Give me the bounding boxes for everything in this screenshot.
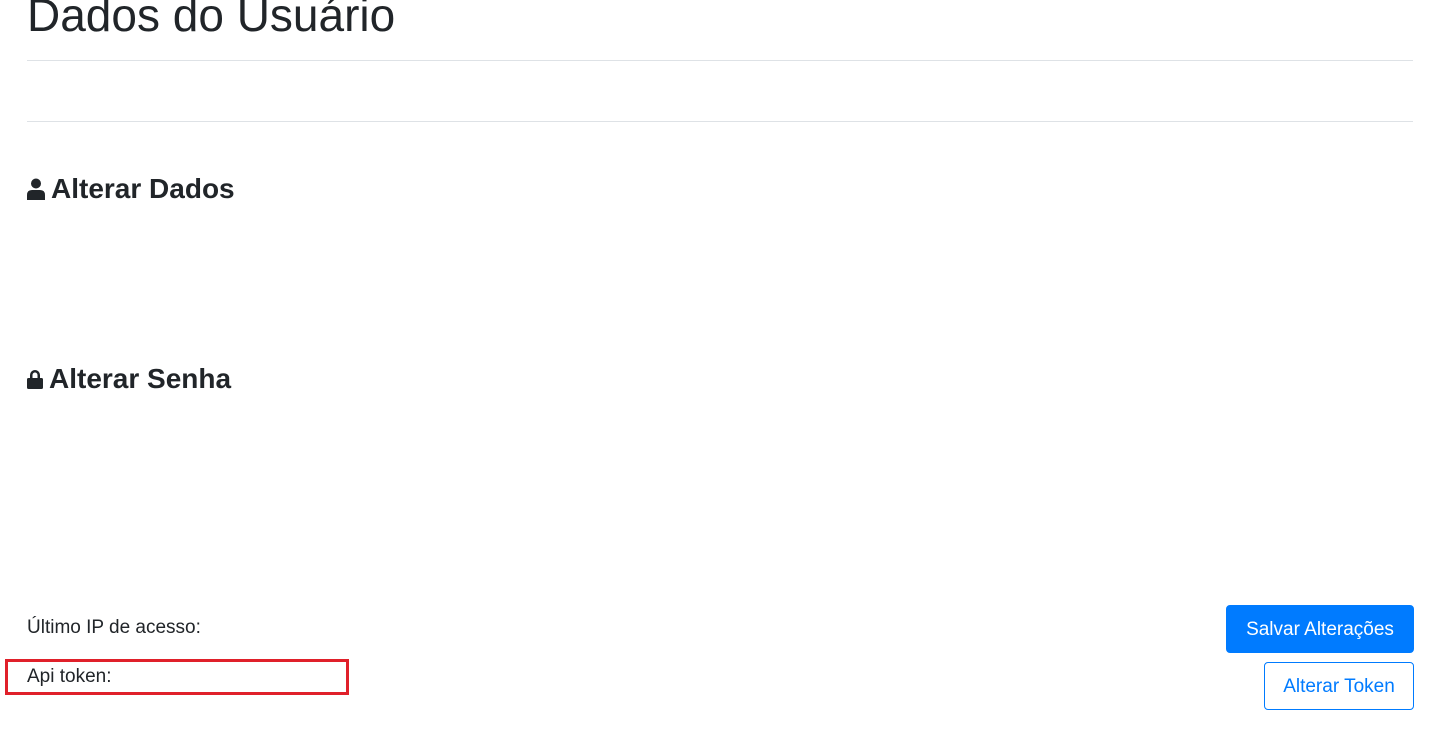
api-token-label: Api token:: [27, 666, 112, 687]
title-divider: [27, 60, 1413, 61]
page-title: Dados do Usuário: [27, 0, 396, 41]
section-divider: [27, 121, 1413, 122]
lock-icon: [27, 369, 43, 389]
user-icon: [27, 178, 45, 200]
save-changes-button[interactable]: Salvar Alterações: [1226, 605, 1414, 653]
alterar-senha-heading: Alterar Senha: [27, 362, 231, 396]
change-token-button[interactable]: Alterar Token: [1264, 662, 1414, 710]
last-ip-label: Último IP de acesso:: [27, 617, 201, 638]
alterar-senha-label: Alterar Senha: [49, 363, 232, 394]
alterar-dados-label: Alterar Dados: [51, 173, 235, 204]
user-data-page: Dados do Usuário Alterar Dados Alterar S…: [0, 0, 1430, 729]
alterar-dados-heading: Alterar Dados: [27, 172, 235, 206]
